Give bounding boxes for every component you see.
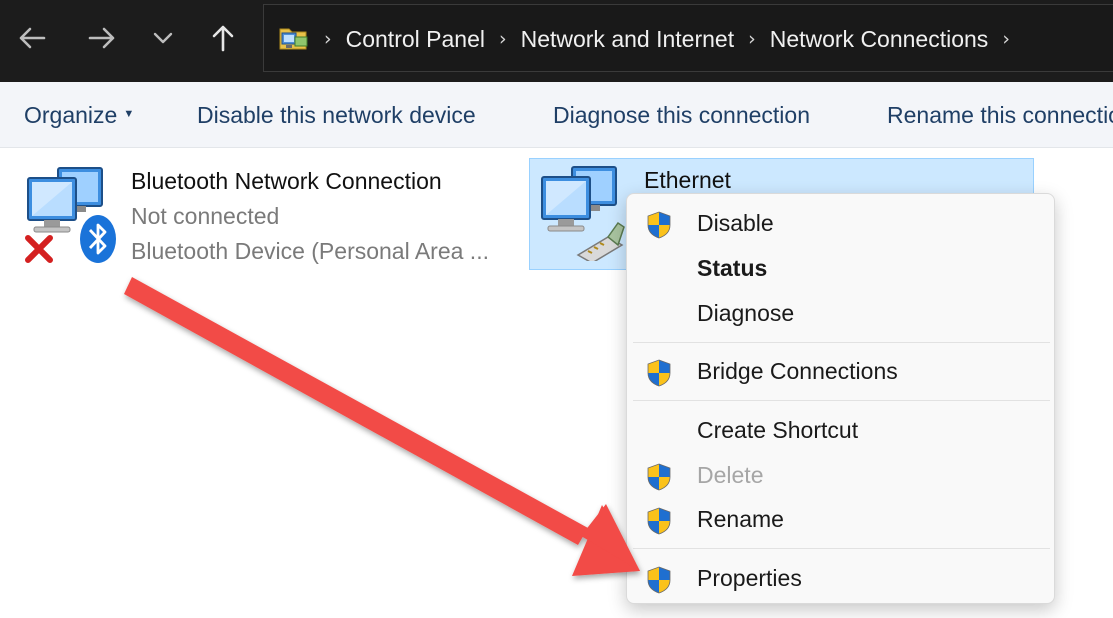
breadcrumb-separator[interactable]: › xyxy=(499,28,507,50)
menu-separator xyxy=(633,548,1050,549)
menu-item-diagnose[interactable]: Diagnose xyxy=(627,292,1054,336)
menu-item-label: Delete xyxy=(697,462,764,488)
menu-item-label: Create Shortcut xyxy=(697,417,859,443)
breadcrumb-network-connections[interactable]: Network Connections xyxy=(770,26,989,53)
menu-item-label: Diagnose xyxy=(697,300,795,326)
connection-name: Bluetooth Network Connection xyxy=(131,168,442,194)
chevron-down-icon[interactable] xyxy=(143,18,183,58)
address-bar: › Control Panel › Network and Internet ›… xyxy=(0,0,1113,82)
connection-device: Bluetooth Device (Personal Area ... xyxy=(131,238,489,264)
red-x-icon xyxy=(25,235,53,263)
uac-shield-icon xyxy=(647,463,671,491)
ethernet-plug-icon xyxy=(576,221,625,261)
connection-status: Not connected xyxy=(131,203,280,229)
breadcrumb-separator[interactable]: › xyxy=(324,28,332,50)
breadcrumb-network-and-internet[interactable]: Network and Internet xyxy=(521,26,735,53)
forward-arrow-icon[interactable] xyxy=(82,18,122,58)
breadcrumb-control-panel[interactable]: Control Panel xyxy=(346,26,485,53)
up-arrow-icon[interactable] xyxy=(203,18,243,58)
connection-item-bluetooth[interactable]: Bluetooth Network Connection Not connect… xyxy=(18,160,508,270)
menu-item-label: Disable xyxy=(697,210,774,236)
breadcrumb-separator[interactable]: › xyxy=(748,28,756,50)
menu-item-properties[interactable]: Properties xyxy=(627,557,1054,601)
menu-item-label: Properties xyxy=(697,565,802,591)
disable-device-button[interactable]: Disable this network device xyxy=(197,102,476,129)
uac-shield-icon xyxy=(647,566,671,594)
menu-item-label: Bridge Connections xyxy=(697,358,898,384)
menu-item-label: Status xyxy=(697,255,768,281)
rename-connection-button[interactable]: Rename this connection xyxy=(887,102,1113,129)
menu-separator xyxy=(633,400,1050,401)
breadcrumb[interactable]: › Control Panel › Network and Internet ›… xyxy=(263,4,1113,72)
diagnose-connection-button[interactable]: Diagnose this connection xyxy=(553,102,810,129)
menu-item-create-shortcut[interactable]: Create Shortcut xyxy=(627,409,1054,453)
menu-item-status[interactable]: Status xyxy=(627,247,1054,291)
breadcrumb-separator[interactable]: › xyxy=(1002,28,1010,50)
menu-item-disable[interactable]: Disable xyxy=(627,202,1054,246)
connection-name: Ethernet xyxy=(644,167,731,193)
bluetooth-icon xyxy=(80,215,116,263)
context-menu: Disable Status Diagnose Bridge Connectio… xyxy=(626,193,1055,604)
menu-item-delete[interactable]: Delete xyxy=(627,454,1054,498)
menu-item-label: Rename xyxy=(697,506,784,532)
uac-shield-icon xyxy=(647,507,671,535)
organize-button[interactable]: Organize ▼ xyxy=(24,102,134,129)
command-bar: Organize ▼ Disable this network device Di… xyxy=(0,82,1113,148)
organize-label: Organize xyxy=(24,102,118,128)
caret-down-icon: ▼ xyxy=(123,107,135,120)
uac-shield-icon xyxy=(647,359,671,387)
back-arrow-icon[interactable] xyxy=(12,18,52,58)
uac-shield-icon xyxy=(647,211,671,239)
menu-separator xyxy=(633,342,1050,343)
menu-item-rename[interactable]: Rename xyxy=(627,498,1054,542)
control-panel-folder-icon xyxy=(278,23,310,53)
menu-item-bridge-connections[interactable]: Bridge Connections xyxy=(627,350,1054,394)
